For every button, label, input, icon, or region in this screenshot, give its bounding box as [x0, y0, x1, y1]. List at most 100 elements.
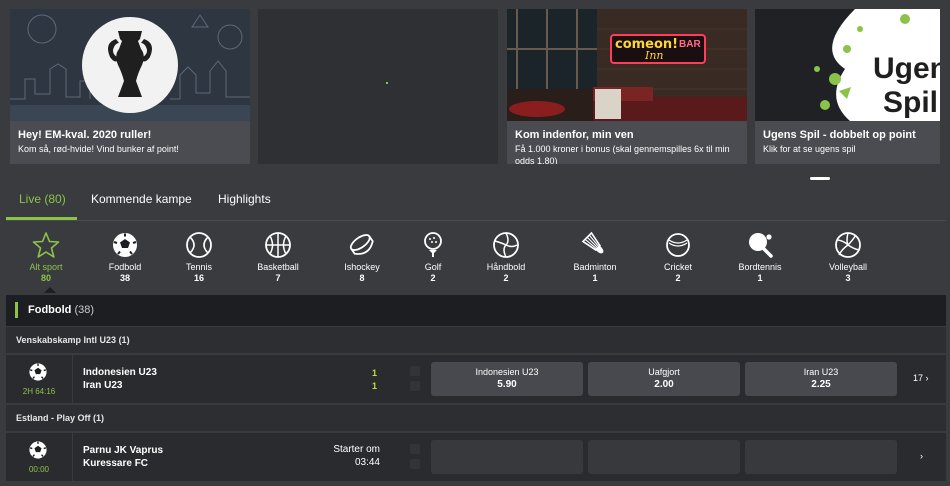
away-team: Kuressare FC: [83, 458, 149, 469]
basketball-icon: [265, 232, 291, 258]
sport-label: Golf: [424, 262, 442, 272]
sport-count: 1: [757, 273, 763, 283]
league-name: Estland - Play Off: [16, 413, 91, 423]
tennis-icon: [186, 232, 212, 258]
stat-box: [410, 444, 420, 454]
promo-bar-text: BAR: [679, 39, 701, 50]
promo-title: Ugens Spil - dobbelt op point: [763, 129, 916, 141]
sport-label: Cricket: [663, 262, 692, 272]
home-team: Parnu JK Vaprus: [83, 445, 164, 456]
stat-box: [410, 381, 420, 391]
league-header[interactable]: Venskabskamp Intl U23 (1): [6, 327, 946, 353]
section-accent-bar: [15, 302, 18, 318]
match-clock: 00:00: [28, 465, 50, 474]
sport-count: 3: [845, 273, 851, 283]
section-title-text: Fodbold: [28, 304, 72, 316]
odds-button-away[interactable]: Iran U23 2.25: [745, 362, 897, 396]
stat-box: [410, 459, 420, 469]
shuttlecock-icon: [581, 231, 604, 254]
odds-value: 5.90: [497, 379, 517, 390]
match-clock: 2H 64:16: [22, 387, 56, 396]
active-sport-pointer: [44, 287, 56, 293]
chevron-right-icon[interactable]: ›: [920, 451, 923, 461]
more-markets-link[interactable]: 17 ›: [913, 373, 929, 383]
promo-card-ugens-spil[interactable]: Ugen Spil Ugens Spil - dobbelt op point …: [755, 9, 940, 164]
hockey-puck-icon: [349, 234, 374, 255]
sport-filter-fodbold[interactable]: Fodbold 38: [85, 228, 165, 284]
sport-count: 38: [119, 273, 130, 283]
starts-label: Starter om: [333, 444, 380, 455]
sport-label: Fodbold: [108, 262, 142, 272]
handball-icon: [493, 232, 519, 258]
promo-card-comeon-inn[interactable]: comeon! Inn BAR Kom indenfor, min ven Få…: [507, 9, 747, 164]
odds-button-home[interactable]: [431, 440, 583, 474]
starts-in: 03:44: [354, 457, 380, 468]
active-tab-indicator: [6, 217, 77, 220]
sport-filter-cricket[interactable]: Cricket 2: [638, 228, 718, 284]
sport-filter-bar: Alt sport 80 Fodbold 38 Tennis 16 Basket…: [6, 228, 946, 293]
stat-box: [410, 366, 420, 376]
league-header[interactable]: Estland - Play Off (1): [6, 405, 946, 431]
home-team: Indonesien U23: [83, 367, 157, 378]
football-icon: [29, 441, 47, 459]
tab-bar: Live (80) Kommende kampe Highlights: [6, 183, 946, 221]
sport-count: 7: [275, 273, 281, 283]
odds-label: Iran U23: [803, 367, 839, 377]
league-name: Venskabskamp Intl U23: [16, 335, 117, 345]
chevron-right-icon: ›: [925, 373, 929, 383]
promo-title: Hey! EM-kval. 2020 ruller!: [18, 129, 152, 141]
tab-kommende-kampe[interactable]: Kommende kampe: [91, 192, 192, 206]
promo-card-placeholder[interactable]: [258, 9, 498, 164]
sport-count: 1: [592, 273, 598, 283]
sport-count: 8: [359, 273, 365, 283]
section-header-fodbold[interactable]: Fodbold (38): [6, 295, 946, 326]
promo-image-ugens-spil: Ugen Spil: [755, 9, 940, 121]
sport-filter-handbold[interactable]: Håndbold 2: [466, 228, 546, 284]
sport-filter-ishockey[interactable]: Ishockey 8: [322, 228, 402, 284]
match-row[interactable]: 2H 64:16 Indonesien U23 Iran U23 1 1 Ind…: [6, 355, 946, 403]
match-start-info: Starter om 03:44: [333, 443, 380, 469]
odds-button-draw[interactable]: [588, 440, 740, 474]
odds-value: 2.25: [811, 379, 831, 390]
match-row[interactable]: 00:00 Parnu JK Vaprus Kuressare FC Start…: [6, 433, 946, 481]
sport-filter-badminton[interactable]: Badminton 1: [555, 228, 635, 284]
odds-button-draw[interactable]: Uafgjort 2.00: [588, 362, 740, 396]
promo-card-em[interactable]: Hey! EM-kval. 2020 ruller! Kom så, rød-h…: [10, 9, 250, 164]
sport-filter-bordtennis[interactable]: Bordtennis 1: [720, 228, 800, 284]
odds-button-away[interactable]: [745, 440, 897, 474]
sport-filter-volleyball[interactable]: Volleyball 3: [808, 228, 888, 284]
sport-filter-all[interactable]: Alt sport 80: [6, 228, 86, 284]
promo-banner-line1: Ugen: [873, 52, 940, 85]
divider: [72, 355, 73, 403]
tab-live[interactable]: Live (80): [19, 192, 66, 206]
league-count: (1): [93, 413, 105, 423]
away-score: 1: [372, 381, 378, 391]
carousel-indicator[interactable]: [810, 177, 830, 180]
promo-banner-line2: Spil: [883, 86, 939, 119]
sport-filter-tennis[interactable]: Tennis 16: [159, 228, 239, 284]
sport-label: Bordtennis: [738, 262, 782, 272]
cricket-icon: [666, 233, 690, 257]
promo-image-bar: comeon! Inn BAR: [507, 9, 747, 121]
sport-count: 2: [503, 273, 509, 283]
promo-image-trophy: [10, 9, 250, 121]
football-icon: [113, 233, 137, 257]
divider: [72, 433, 73, 481]
more-markets-count: 17: [913, 373, 924, 383]
tab-highlights[interactable]: Highlights: [218, 192, 271, 206]
volleyball-icon: [835, 232, 861, 258]
section-count: (38): [74, 304, 94, 316]
golf-icon: [424, 232, 442, 257]
sport-count: 16: [193, 273, 204, 283]
section-title: Fodbold (38): [28, 304, 94, 316]
odds-label: Indonesien U23: [475, 367, 539, 377]
table-tennis-icon: [749, 233, 773, 258]
sport-filter-basketball[interactable]: Basketball 7: [238, 228, 318, 284]
sport-label: Ishockey: [344, 262, 380, 272]
league-title: Estland - Play Off (1): [16, 413, 104, 423]
sport-filter-golf[interactable]: Golf 2: [393, 228, 473, 284]
promo-subtitle: Kom så, rød-hvide! Vind bunker af point!: [18, 144, 179, 154]
sport-count: 80: [40, 273, 51, 283]
odds-button-home[interactable]: Indonesien U23 5.90: [431, 362, 583, 396]
football-icon: [29, 363, 47, 381]
